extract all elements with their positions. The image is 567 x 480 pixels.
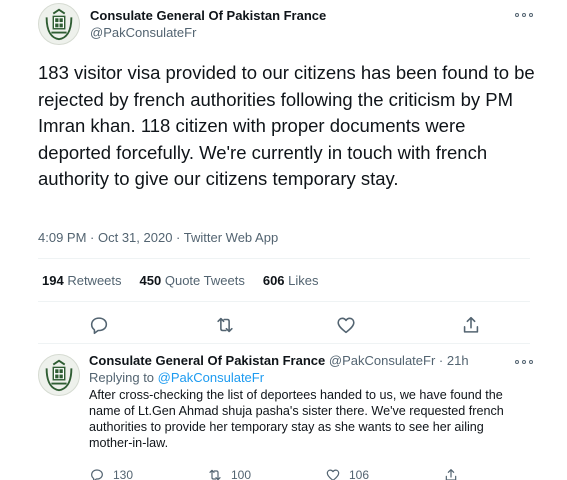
share-icon [445,469,457,480]
share-icon[interactable] [460,314,482,336]
retweet-icon [209,469,221,480]
retweets-label: Retweets [67,273,122,288]
meta-separator: · [172,230,184,245]
main-tweet: Consulate General Of Pakistan France @Pa… [0,0,567,344]
likes-stat[interactable]: 606 Likes [263,273,319,288]
reply-icon[interactable] [88,314,110,336]
author-name[interactable]: Consulate General Of Pakistan France [90,8,326,24]
reply-tweet: Consulate General Of Pakistan France @Pa… [89,352,529,451]
tweet-time[interactable]: 4:09 PM [38,230,86,245]
tweet-author[interactable]: Consulate General Of Pakistan France @Pa… [90,8,326,41]
reply-reply-count: 130 [113,468,134,480]
likes-count: 606 [262,273,285,288]
tweet-actions [0,314,567,336]
avatar[interactable] [38,3,80,45]
reply-reply-button[interactable]: 130 [89,467,133,480]
more-dots-icon[interactable] [515,11,533,19]
divider [38,301,530,302]
retweet-icon[interactable] [214,314,236,336]
quotes-count: 450 [139,273,162,288]
reply-age[interactable]: 21h [447,353,469,368]
reply-author-name[interactable]: Consulate General Of Pakistan France [89,353,325,368]
reply-header: Consulate General Of Pakistan France @Pa… [89,352,529,369]
reply-author-handle[interactable]: @PakConsulateFr [329,353,435,368]
reply-like-count: 106 [349,468,370,480]
like-icon [326,469,340,480]
tweet-source[interactable]: Twitter Web App [184,230,278,245]
retweets-count: 194 [42,273,64,288]
reply-like-button[interactable]: 106 [325,467,369,480]
like-icon[interactable] [335,314,357,336]
replying-prefix: Replying to [89,370,158,385]
reply-retweet-count: 100 [231,468,252,480]
reply-dot: · [438,353,444,368]
reply-share-button[interactable] [443,467,459,480]
reply-avatar[interactable] [38,354,80,396]
author-handle[interactable]: @PakConsulateFr [90,24,326,41]
replying-to-link[interactable]: @PakConsulateFr [158,370,264,385]
reply-retweet-button[interactable]: 100 [207,467,251,480]
quote-tweets-stat[interactable]: 450 Quote Tweets [140,273,245,288]
replying-to: Replying to @PakConsulateFr [89,369,529,386]
tweet-meta: 4:09 PM · Oct 31, 2020 · Twitter Web App [38,230,278,245]
quotes-label: Quote Tweets [164,273,245,288]
divider [38,258,530,259]
tweet-stats: 194 Retweets 450 Quote Tweets 606 Likes [42,273,337,288]
meta-separator: · [86,230,98,245]
pakistan-emblem-icon [39,4,79,44]
pakistan-emblem-icon [39,355,79,395]
tweet-date[interactable]: Oct 31, 2020 [98,230,172,245]
reply-icon [91,469,103,480]
likes-label: Likes [288,273,319,288]
tweet-text: 183 visitor visa provided to our citizen… [38,62,535,189]
divider [38,343,530,344]
reply-text: After cross-checking the list of deporte… [89,388,504,450]
retweets-stat[interactable]: 194 Retweets [42,273,122,288]
